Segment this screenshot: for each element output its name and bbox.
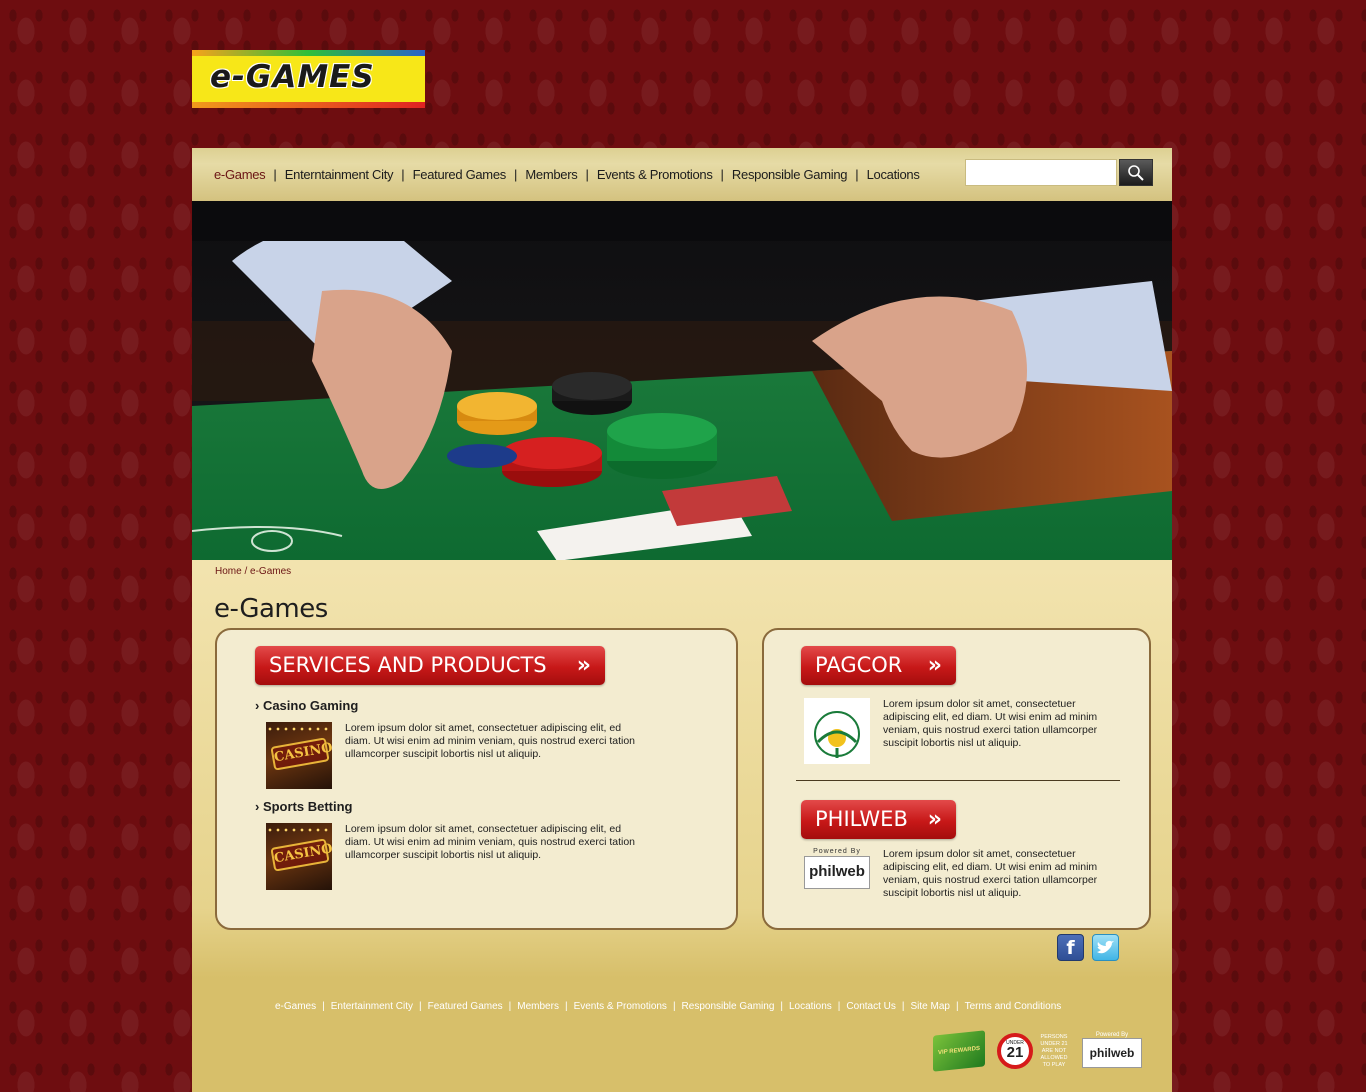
pagcor-description: Lorem ipsum dolor sit amet, consectetuer… (883, 698, 1098, 749)
footer-link-terms[interactable]: Terms and Conditions (965, 1001, 1062, 1012)
nav-item-members[interactable]: Members (525, 167, 577, 182)
logo-bottom-stripe (192, 102, 425, 108)
section-divider (796, 780, 1120, 781)
nav-separator: | (585, 167, 589, 182)
nav-item-events-promotions[interactable]: Events & Promotions (597, 167, 713, 182)
nav-separator: | (401, 167, 405, 182)
nav-item-entertainment-city[interactable]: Enterntainment City (285, 167, 394, 182)
footer-separator: | (419, 1001, 422, 1012)
e-games-logo[interactable]: e-GAMES (192, 50, 425, 108)
philweb-button[interactable]: PHILWEB » (801, 800, 956, 839)
nav-item-e-games[interactable]: e-Games (214, 167, 266, 182)
age-number: 21 (1006, 1044, 1024, 1061)
pagcor-logo[interactable] (804, 698, 870, 764)
search-input[interactable] (965, 159, 1117, 186)
footer-separator: | (901, 1001, 905, 1012)
nav-item-locations[interactable]: Locations (867, 167, 920, 182)
pagcor-seal-icon (814, 711, 860, 758)
philweb-button-label: PHILWEB (815, 807, 908, 831)
footer-philweb-wordmark: philweb (1082, 1038, 1142, 1068)
footer-separator: | (780, 1001, 783, 1012)
footer-link-responsible-gaming[interactable]: Responsible Gaming (682, 1001, 775, 1012)
nav-separator: | (273, 167, 277, 182)
nav-list: e-Games | Enterntainment City | Featured… (214, 167, 920, 182)
sports-betting-description: Lorem ipsum dolor sit amet, consectetuer… (345, 823, 636, 861)
sports-betting-thumbnail[interactable]: CASINO (266, 823, 332, 890)
chevron-right-icon: » (927, 807, 942, 832)
philweb-logo[interactable]: Powered By philweb (804, 848, 870, 892)
casino-gaming-thumbnail[interactable]: CASINO (266, 722, 332, 789)
footer-separator: | (322, 1001, 325, 1012)
poker-table-illustration (192, 201, 1172, 560)
marquee-lights (266, 725, 332, 733)
footer-link-members[interactable]: Members (517, 1001, 559, 1012)
logo-top-stripe (192, 50, 425, 56)
powered-by-label: Powered By (813, 848, 861, 855)
top-navigation: e-Games | Enterntainment City | Featured… (192, 148, 1172, 201)
nav-item-featured-games[interactable]: Featured Games (413, 167, 507, 182)
marquee-lights (266, 826, 332, 834)
page-title: e-Games (214, 594, 328, 624)
footer-separator: | (837, 1001, 841, 1012)
partners-panel: PAGCOR » Lorem ipsum dolor sit amet, con… (762, 628, 1151, 930)
casino-sign: CASINO (270, 737, 332, 771)
chevron-right-icon: » (576, 653, 591, 678)
nav-item-responsible-gaming[interactable]: Responsible Gaming (732, 167, 848, 182)
footer-link-events-promotions[interactable]: Events & Promotions (574, 1001, 667, 1012)
footer-separator: | (508, 1001, 512, 1012)
sports-betting-title[interactable]: › Sports Betting (255, 799, 353, 814)
casino-sign: CASINO (270, 838, 332, 872)
chevron-right-icon: » (927, 653, 942, 678)
footer-navigation: e-Games | Entertainment City | Featured … (275, 1001, 1061, 1012)
pagcor-button[interactable]: PAGCOR » (801, 646, 956, 685)
search-icon (1128, 164, 1144, 181)
footer-separator: | (564, 1001, 568, 1012)
breadcrumb: Home / e-Games (215, 566, 291, 577)
philweb-wordmark: philweb (804, 856, 870, 889)
footer-link-contact-us[interactable]: Contact Us (846, 1001, 895, 1012)
casino-gaming-description: Lorem ipsum dolor sit amet, consectetuer… (345, 722, 636, 760)
main-container: e-Games | Enterntainment City | Featured… (192, 148, 1172, 1092)
philweb-footer-logo[interactable]: Powered By philweb (1082, 1032, 1142, 1070)
nav-separator: | (720, 167, 724, 182)
services-button-label: SERVICES AND PRODUCTS (269, 653, 547, 677)
breadcrumb-current: e-Games (250, 566, 292, 577)
facebook-icon[interactable]: f (1057, 934, 1084, 961)
twitter-icon[interactable] (1092, 934, 1119, 961)
casino-gaming-title[interactable]: › Casino Gaming (255, 698, 358, 713)
nav-separator: | (855, 167, 859, 182)
services-panel: SERVICES AND PRODUCTS » › Casino Gaming … (215, 628, 738, 930)
nav-separator: | (513, 167, 518, 182)
footer-separator: | (672, 1001, 676, 1012)
under-21-badge: UNDER 21 (997, 1033, 1033, 1069)
hero-banner-image (192, 201, 1172, 560)
philweb-description: Lorem ipsum dolor sit amet, consectetuer… (883, 848, 1098, 899)
logo-text: e-GAMES (210, 59, 375, 95)
footer-separator: | (955, 1001, 959, 1012)
search-button[interactable] (1119, 159, 1153, 186)
breadcrumb-separator: / (241, 566, 251, 577)
pagcor-button-label: PAGCOR (815, 653, 903, 677)
services-and-products-button[interactable]: SERVICES AND PRODUCTS » (255, 646, 605, 685)
footer-link-e-games[interactable]: e-Games (275, 1001, 316, 1012)
footer-link-locations[interactable]: Locations (789, 1001, 832, 1012)
footer-link-entertainment-city[interactable]: Entertainment City (331, 1001, 413, 1012)
twitter-bird-icon (1097, 940, 1114, 953)
footer-link-featured-games[interactable]: Featured Games (428, 1001, 503, 1012)
under-21-notice: PERSONS UNDER 21 ARE NOT ALLOWED TO PLAY (1040, 1034, 1068, 1068)
breadcrumb-home-link[interactable]: Home (215, 566, 242, 577)
footer-link-site-map[interactable]: Site Map (910, 1001, 949, 1012)
vip-rewards-card[interactable]: VIP REWARDS (933, 1030, 985, 1072)
